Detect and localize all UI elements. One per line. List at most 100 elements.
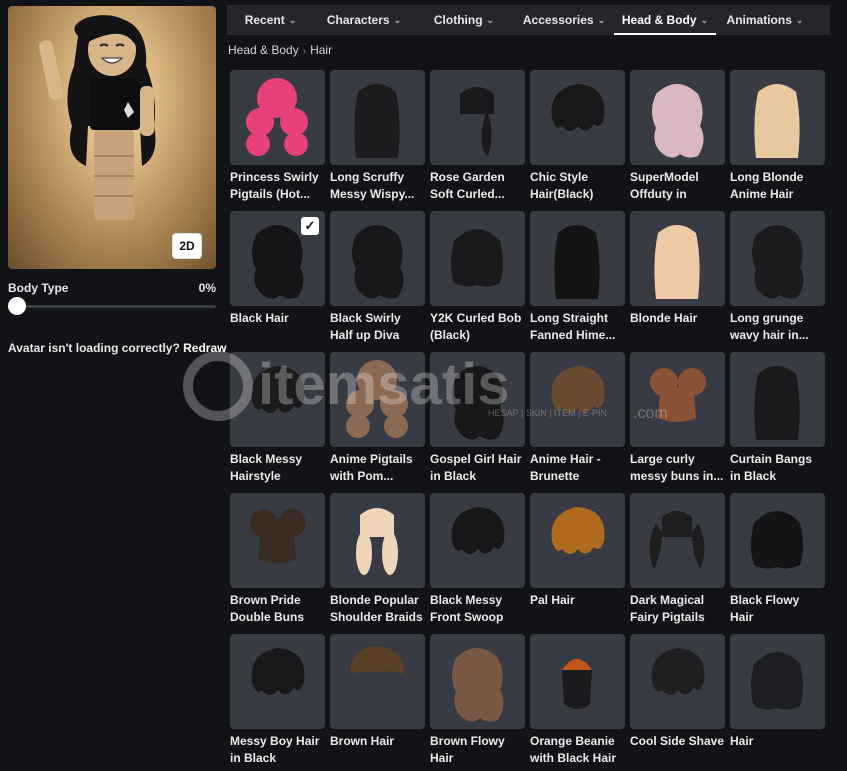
item-card[interactable]: Long Blonde Anime Hair <box>730 70 825 203</box>
item-name: Black Hair <box>230 311 289 325</box>
view-2d-toggle-button[interactable]: 2D <box>172 233 202 259</box>
item-name: Brown Pride Double Buns <box>230 593 304 624</box>
item-card[interactable]: Gospel Girl Hair in Black <box>430 352 525 485</box>
item-name: Messy Boy Hair in Black <box>230 734 320 765</box>
item-card[interactable]: SuperModel Offduty in Ligh... <box>630 70 725 203</box>
tab-head-body[interactable]: Head & Body ⌄ <box>614 5 716 35</box>
item-thumbnail[interactable] <box>730 352 825 447</box>
tab-clothing[interactable]: Clothing ⌄ <box>414 5 514 35</box>
item-card[interactable]: Rose Garden Soft Curled... <box>430 70 525 203</box>
item-name: Dark Magical Fairy Pigtails <box>630 593 705 624</box>
slider-track <box>8 305 216 308</box>
tab-label: Accessories <box>522 13 594 27</box>
tab-label: Animations <box>726 13 792 27</box>
item-thumbnail[interactable] <box>730 211 825 306</box>
item-thumbnail[interactable] <box>430 211 525 306</box>
breadcrumb-parent[interactable]: Head & Body <box>228 43 299 57</box>
item-name: Long grunge wavy hair in... <box>730 311 809 342</box>
redraw-link[interactable]: Redraw <box>183 341 226 355</box>
item-card[interactable]: Y2K Curled Bob (Black) <box>430 211 525 344</box>
item-name: Black Messy Front Swoop <box>430 593 504 624</box>
item-card[interactable]: Blonde Hair <box>630 211 725 344</box>
tab-characters[interactable]: Characters ⌄ <box>314 5 414 35</box>
item-thumbnail[interactable] <box>630 70 725 165</box>
redraw-prompt: Avatar isn't loading correctly? <box>8 341 180 355</box>
item-card[interactable]: Chic Style Hair(Black) <box>530 70 625 203</box>
item-thumbnail[interactable] <box>430 634 525 729</box>
item-card[interactable]: Large curly messy buns in... <box>630 352 725 485</box>
slider-thumb[interactable] <box>8 297 26 315</box>
item-name: Black Swirly Half up Diva Hair <box>330 311 401 342</box>
item-card[interactable]: Anime Hair - Brunette <box>530 352 625 485</box>
item-thumbnail[interactable] <box>230 634 325 729</box>
item-card[interactable]: Cool Side Shave <box>630 634 725 767</box>
item-thumbnail[interactable] <box>330 70 425 165</box>
tab-label: Recent <box>244 13 285 27</box>
item-thumbnail[interactable] <box>630 634 725 729</box>
item-thumbnail[interactable] <box>730 493 825 588</box>
item-thumbnail[interactable] <box>530 211 625 306</box>
body-type-row: Body Type 0% <box>8 281 216 295</box>
item-card[interactable]: Orange Beanie with Black Hair <box>530 634 625 767</box>
tab-label: Head & Body <box>621 13 697 27</box>
chevron-down-icon: ⌄ <box>393 14 402 25</box>
item-card[interactable]: Black Flowy Hair <box>730 493 825 626</box>
item-name: Large curly messy buns in... <box>630 452 724 483</box>
item-name: Brown Hair <box>330 734 395 748</box>
avatar-preview[interactable]: 2D <box>8 6 216 269</box>
item-thumbnail[interactable] <box>230 70 325 165</box>
item-card[interactable]: Hair <box>730 634 825 767</box>
item-name: Anime Hair - Brunette <box>530 452 601 483</box>
item-card[interactable]: Black Messy Hairstyle <box>230 352 325 485</box>
item-name: Brown Flowy Hair <box>430 734 505 765</box>
item-card[interactable]: Dark Magical Fairy Pigtails <box>630 493 725 626</box>
item-thumbnail[interactable] <box>230 352 325 447</box>
item-name: Rose Garden Soft Curled... <box>430 170 505 201</box>
item-thumbnail[interactable] <box>330 211 425 306</box>
item-card[interactable]: Princess Swirly Pigtails (Hot... <box>230 70 325 203</box>
item-thumbnail[interactable] <box>630 352 725 447</box>
item-card[interactable]: Long grunge wavy hair in... <box>730 211 825 344</box>
item-thumbnail[interactable] <box>430 70 525 165</box>
item-thumbnail[interactable] <box>330 634 425 729</box>
item-thumbnail[interactable] <box>330 493 425 588</box>
item-name: Y2K Curled Bob (Black) <box>430 311 522 342</box>
chevron-down-icon: ⌄ <box>597 14 606 25</box>
item-card[interactable]: Black Swirly Half up Diva Hair <box>330 211 425 344</box>
item-card[interactable]: Brown Hair <box>330 634 425 767</box>
item-card[interactable]: Messy Boy Hair in Black <box>230 634 325 767</box>
item-thumbnail[interactable] <box>230 493 325 588</box>
item-thumbnail[interactable] <box>730 70 825 165</box>
item-card[interactable]: Long Scruffy Messy Wispy... <box>330 70 425 203</box>
item-card[interactable]: ✓ Black Hair <box>230 211 325 344</box>
item-thumbnail[interactable] <box>430 493 525 588</box>
item-thumbnail[interactable] <box>330 352 425 447</box>
item-name: Black Messy Hairstyle <box>230 452 303 483</box>
item-name: Orange Beanie with Black Hair <box>530 734 617 765</box>
item-thumbnail[interactable]: ✓ <box>230 211 325 306</box>
item-thumbnail[interactable] <box>530 70 625 165</box>
tab-recent[interactable]: Recent ⌄ <box>227 5 314 35</box>
item-thumbnail[interactable] <box>630 493 725 588</box>
item-thumbnail[interactable] <box>530 352 625 447</box>
item-card[interactable]: Brown Pride Double Buns <box>230 493 325 626</box>
item-card[interactable]: Pal Hair <box>530 493 625 626</box>
item-card[interactable]: Anime Pigtails with Pom... <box>330 352 425 485</box>
item-card[interactable]: Long Straight Fanned Hime... <box>530 211 625 344</box>
tab-animations[interactable]: Animations ⌄ <box>716 5 814 35</box>
item-card[interactable]: Curtain Bangs in Black <box>730 352 825 485</box>
breadcrumb: Head & Body › Hair <box>228 43 332 57</box>
item-thumbnail[interactable] <box>430 352 525 447</box>
item-thumbnail[interactable] <box>630 211 725 306</box>
item-thumbnail[interactable] <box>530 634 625 729</box>
item-name: Black Flowy Hair <box>730 593 800 624</box>
item-thumbnail[interactable] <box>530 493 625 588</box>
item-name: Blonde Hair <box>630 311 698 325</box>
item-thumbnail[interactable] <box>730 634 825 729</box>
tab-accessories[interactable]: Accessories ⌄ <box>514 5 614 35</box>
item-card[interactable]: Blonde Popular Shoulder Braids <box>330 493 425 626</box>
item-card[interactable]: Brown Flowy Hair <box>430 634 525 767</box>
body-type-slider[interactable] <box>8 297 216 315</box>
item-card[interactable]: Black Messy Front Swoop <box>430 493 525 626</box>
chevron-down-icon: ⌄ <box>700 14 709 25</box>
